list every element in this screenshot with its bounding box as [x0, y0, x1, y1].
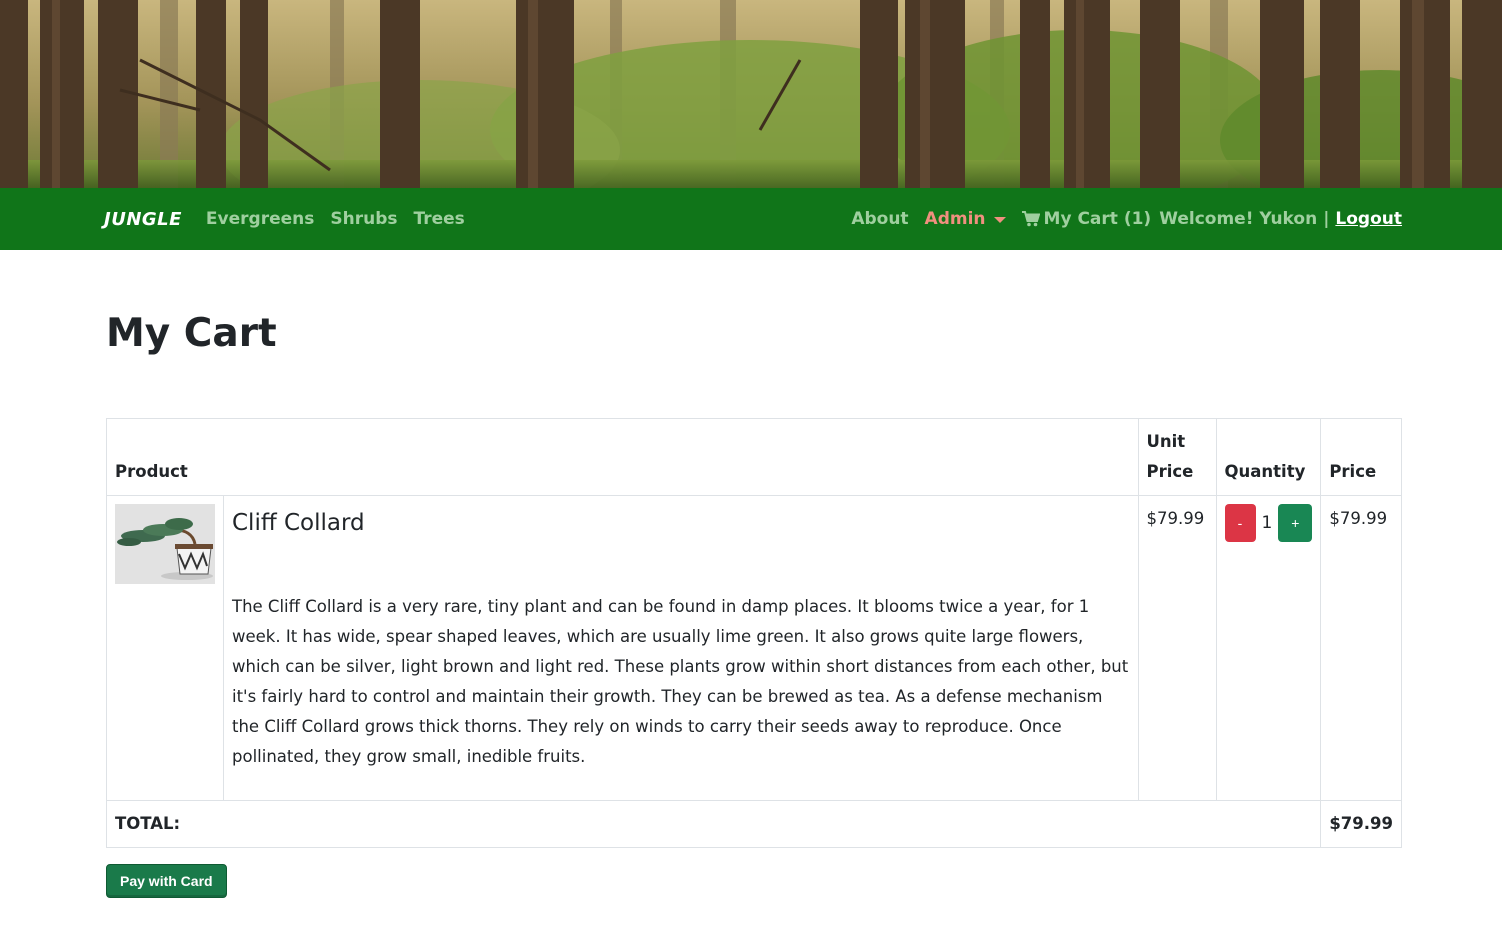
bonsai-image [115, 504, 215, 584]
nav-admin-dropdown[interactable]: Admin [925, 209, 1006, 229]
brand-logo[interactable]: JUNGLE [104, 209, 182, 230]
hero-banner [0, 0, 1502, 188]
nav-cart-label: My Cart (1) [1043, 209, 1152, 229]
table-header-row: Product Unit Price Quantity Price [106, 418, 1402, 496]
main-content: My Cart Product Unit Price Quantity Pric… [0, 310, 1502, 898]
table-row: Cliff Collard The Cliff Collard is a ver… [106, 495, 1402, 801]
quantity-value: 1 [1261, 513, 1273, 533]
product-info-cell: Cliff Collard The Cliff Collard is a ver… [223, 495, 1139, 801]
header-price: Price [1320, 418, 1402, 496]
product-thumbnail [115, 504, 215, 584]
total-value: $79.99 [1320, 800, 1402, 848]
decrease-quantity-button[interactable]: - [1224, 504, 1256, 542]
total-label: TOTAL: [105, 800, 1322, 848]
nav-evergreens[interactable]: Evergreens [206, 209, 314, 229]
quantity-stepper: - 1 + [1224, 504, 1313, 542]
price-cell: $79.99 [1320, 495, 1402, 801]
cart-table: Product Unit Price Quantity Price Cliff … [105, 418, 1402, 848]
nav-my-cart[interactable]: My Cart (1) [1021, 209, 1152, 229]
product-description: The Cliff Collard is a very rare, tiny p… [232, 597, 1129, 766]
total-row: TOTAL: $79.99 [105, 800, 1402, 848]
product-image-cell [106, 495, 224, 801]
nav-shrubs[interactable]: Shrubs [330, 209, 397, 229]
page-title: My Cart [106, 311, 277, 356]
logout-link[interactable]: Logout [1335, 209, 1402, 229]
product-name: Cliff Collard [232, 510, 365, 536]
nav-separator: | [1323, 209, 1330, 229]
header-quantity: Quantity [1215, 418, 1322, 496]
nav-admin-label: Admin [924, 209, 986, 229]
nav-about[interactable]: About [851, 209, 908, 229]
shopping-cart-icon [1021, 211, 1040, 227]
pay-with-card-button[interactable]: Pay with Card [106, 864, 227, 898]
increase-quantity-button[interactable]: + [1278, 504, 1313, 542]
unit-price-cell: $79.99 [1137, 495, 1217, 801]
forest-image [0, 0, 1502, 188]
navbar: JUNGLE Evergreens Shrubs Trees About Adm… [0, 188, 1502, 250]
header-unit-price: Unit Price [1137, 418, 1217, 496]
quantity-cell: - 1 + [1215, 495, 1322, 801]
nav-user-area: About Admin My Cart (1) Welcome! Yukon |… [851, 209, 1402, 229]
welcome-text: Welcome! Yukon [1159, 209, 1318, 229]
header-product: Product [106, 418, 1139, 496]
nav-categories: Evergreens Shrubs Trees [206, 209, 465, 229]
nav-trees[interactable]: Trees [414, 209, 465, 229]
caret-down-icon [993, 217, 1006, 223]
